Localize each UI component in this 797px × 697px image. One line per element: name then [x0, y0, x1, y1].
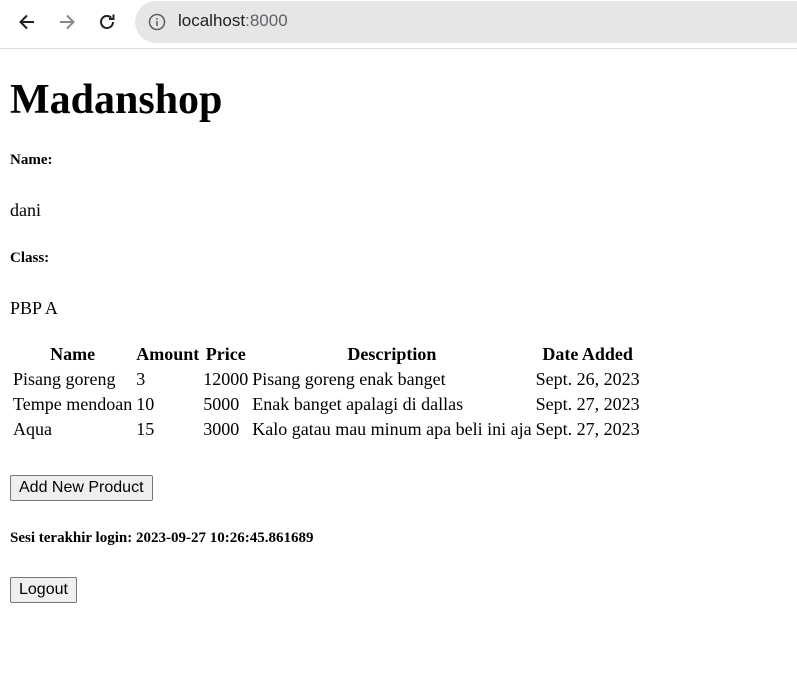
table-row: Aqua 15 3000 Kalo gatau mau minum apa be… [12, 418, 641, 441]
address-bar[interactable]: localhost:8000 [135, 1, 797, 43]
class-value: PBP A [10, 298, 58, 318]
header-description: Description [347, 344, 437, 364]
cell-date-added: Sept. 26, 2023 [535, 369, 640, 389]
reload-icon[interactable] [93, 8, 121, 36]
cell-amount: 10 [136, 394, 155, 414]
header-date-added: Date Added [542, 344, 633, 364]
info-icon[interactable] [148, 13, 166, 31]
cell-name: Aqua [13, 419, 52, 439]
header-price: Price [205, 344, 246, 364]
cell-price: 5000 [203, 394, 240, 414]
page-title: Madanshop [10, 77, 223, 123]
url-host: localhost [178, 11, 246, 30]
forward-icon[interactable] [53, 8, 81, 36]
header-amount: Amount [136, 344, 200, 364]
table-header-row: Name Amount Price Description Date Added [12, 343, 641, 366]
cell-name: Pisang goreng [13, 369, 116, 389]
cell-price: 3000 [203, 419, 240, 439]
cell-amount: 15 [136, 419, 155, 439]
product-table: Name Amount Price Description Date Added… [10, 341, 643, 443]
cell-price: 12000 [203, 369, 249, 389]
add-new-product-button[interactable]: Add New Product [10, 475, 153, 501]
cell-description: Pisang goreng enak banget [252, 369, 446, 389]
url-text[interactable]: localhost:8000 [178, 11, 288, 31]
table-row: Pisang goreng 3 12000 Pisang goreng enak… [12, 368, 641, 391]
logout-button[interactable]: Logout [10, 577, 77, 603]
cell-name: Tempe mendoan [13, 394, 133, 414]
back-icon[interactable] [13, 8, 41, 36]
name-label: Name: [10, 152, 53, 168]
url-port: :8000 [245, 11, 288, 30]
cell-date-added: Sept. 27, 2023 [535, 394, 640, 414]
name-value: dani [10, 200, 41, 220]
table-row: Tempe mendoan 10 5000 Enak banget apalag… [12, 393, 641, 416]
class-label: Class: [10, 250, 50, 266]
cell-description: Enak banget apalagi di dallas [252, 394, 464, 414]
last-login-text: Sesi terakhir login: 2023-09-27 10:26:45… [10, 530, 314, 546]
cell-description: Kalo gatau mau minum apa beli ini aja [252, 419, 532, 439]
cell-date-added: Sept. 27, 2023 [535, 419, 640, 439]
cell-amount: 3 [136, 369, 146, 389]
header-name: Name [50, 344, 96, 364]
browser-toolbar: localhost:8000 [0, 0, 797, 49]
